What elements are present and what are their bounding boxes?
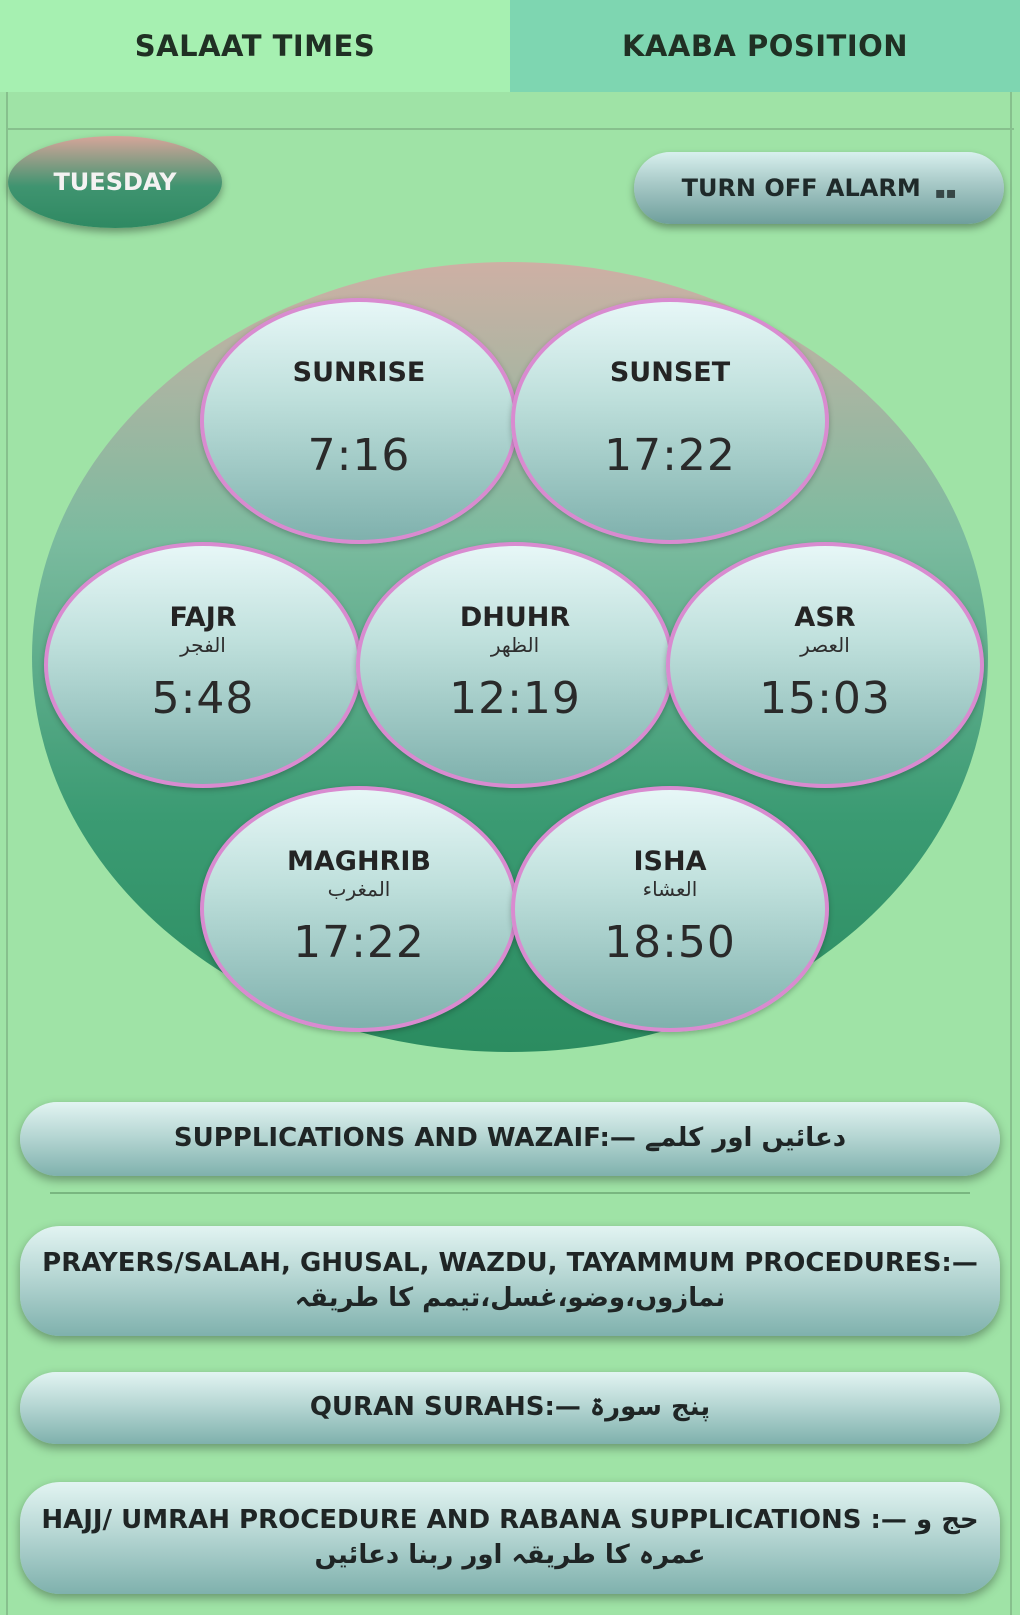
- day-pill: TUESDAY: [8, 136, 222, 228]
- maghrib-label: MAGHRIB: [287, 846, 431, 877]
- hajj-umrah-button[interactable]: HAJJ/ UMRAH PROCEDURE AND RABANA SUPPLIC…: [20, 1482, 1000, 1594]
- fajr-bubble: FAJR الفجر 5:48: [44, 542, 362, 788]
- tab-salaat-times[interactable]: SALAAT TIMES: [0, 0, 510, 92]
- sunrise-label: SUNRISE: [292, 357, 426, 388]
- asr-bubble: ASR العصر 15:03: [666, 542, 984, 788]
- dhuhr-arabic-label: الظهر: [490, 633, 540, 657]
- isha-time: 18:50: [604, 917, 736, 968]
- fajr-label: FAJR: [169, 602, 237, 633]
- sunrise-bubble: SUNRISE 7:16: [200, 298, 518, 544]
- quran-surahs-button[interactable]: QURAN SURAHS:— پنج سورۃ: [20, 1372, 1000, 1444]
- maghrib-time: 17:22: [293, 917, 425, 968]
- dhuhr-label: DHUHR: [459, 602, 571, 633]
- sunrise-time: 7:16: [307, 430, 411, 481]
- tab-bar: SALAAT TIMES KAABA POSITION: [0, 0, 1020, 92]
- maghrib-arabic-label: المغرب: [327, 877, 391, 901]
- dhuhr-bubble: DHUHR الظهر 12:19: [356, 542, 674, 788]
- isha-bubble: ISHA العشاء 18:50: [511, 786, 829, 1032]
- frame-left-line: [6, 92, 8, 1615]
- tab-kaaba-position[interactable]: KAABA POSITION: [510, 0, 1020, 92]
- isha-label: ISHA: [633, 846, 707, 877]
- asr-arabic-label: العصر: [800, 633, 850, 657]
- alarm-button-label: TURN OFF ALARM: [681, 174, 921, 202]
- menu-divider: [50, 1192, 970, 1194]
- dhuhr-time: 12:19: [449, 673, 581, 724]
- fajr-time: 5:48: [151, 673, 255, 724]
- sunset-bubble: SUNSET 17:22: [511, 298, 829, 544]
- frame-top-line: [6, 128, 1014, 130]
- maghrib-bubble: MAGHRIB المغرب 17:22: [200, 786, 518, 1032]
- asr-label: ASR: [794, 602, 856, 633]
- frame-right-line: [1010, 92, 1012, 1615]
- sunset-time: 17:22: [604, 430, 736, 481]
- asr-time: 15:03: [759, 673, 891, 724]
- prayers-procedures-button[interactable]: PRAYERS/SALAH, GHUSAL, WAZDU, TAYAMMUM P…: [20, 1226, 1000, 1336]
- turn-off-alarm-button[interactable]: TURN OFF ALARM ▪▪: [634, 152, 1004, 224]
- dots-icon: ▪▪: [934, 182, 957, 202]
- fajr-arabic-label: الفجر: [180, 633, 226, 657]
- supplications-button[interactable]: SUPPLICATIONS AND WAZAIF:— دعائیں اور کل…: [20, 1102, 1000, 1176]
- isha-arabic-label: العشاء: [642, 877, 698, 901]
- sunset-label: SUNSET: [609, 357, 731, 388]
